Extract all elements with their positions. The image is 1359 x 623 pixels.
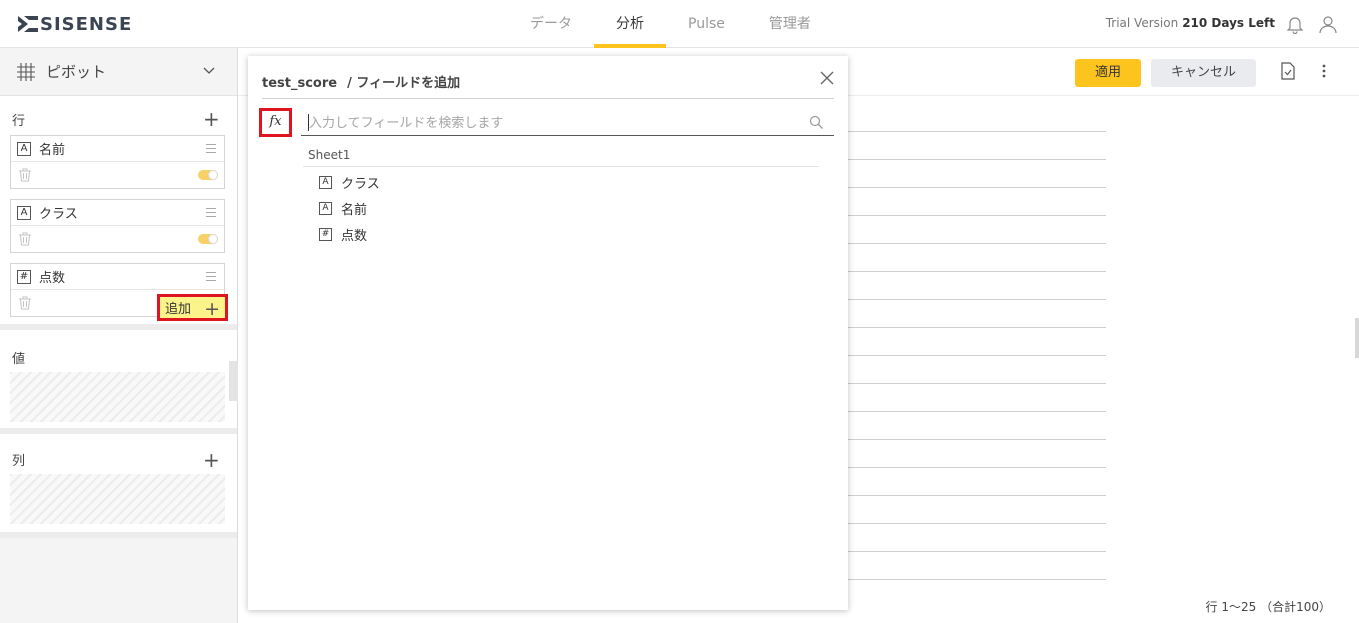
tab-pulse[interactable]: Pulse [666,0,747,48]
main-nav: データ 分析 Pulse 管理者 [508,0,833,48]
dialog-title: test_score / フィールドを追加 [262,72,460,91]
brand-name: SISENSE [40,13,133,35]
table-row-divider [848,523,1106,524]
drag-handle-icon[interactable] [206,272,216,281]
panel-collapse-handle[interactable] [229,361,238,401]
table-row-divider [848,383,1106,384]
add-field-dialog: test_score / フィールドを追加 fx Sheet1 A クラス A 名… [248,56,848,610]
trash-icon[interactable] [18,232,32,246]
row-field-name: 点数 [39,271,66,286]
row-field-toggle[interactable] [198,170,218,180]
numeric-type-icon: # [17,269,31,284]
table-row-divider [848,327,1106,328]
export-file-icon[interactable] [1280,62,1296,80]
table-row-divider [848,355,1106,356]
field-name: クラス [341,177,380,192]
tab-admin[interactable]: 管理者 [747,0,833,48]
row-field-card[interactable]: A クラス [10,199,225,253]
search-icon[interactable] [809,115,824,130]
cancel-button[interactable]: キャンセル [1151,59,1256,87]
formula-editor-button[interactable]: fx [259,108,292,137]
more-options-icon[interactable] [1321,62,1327,80]
drag-handle-icon[interactable] [206,208,216,217]
table-row-divider [848,215,1106,216]
table-row-divider [848,579,1106,580]
row-field-card[interactable]: A 名前 [10,135,225,189]
tab-analytics[interactable]: 分析 [594,0,666,48]
add-row-plus-icon[interactable]: + [203,109,220,129]
field-name: 名前 [341,203,368,218]
datasource-name: test_score [262,76,338,91]
widget-data-panel: ピボット 行 + A 名前 A クラス # 点数 値 列 + [0,48,238,623]
chevron-down-icon[interactable] [203,67,215,75]
table-row-divider [848,243,1106,244]
widget-type-selector[interactable]: ピボット [0,48,237,96]
values-section: 値 [0,330,237,434]
trial-status: Trial Version 210 Days Left [1106,16,1275,30]
row-field-name: クラス [39,207,78,222]
trash-icon[interactable] [18,168,32,182]
table-divider [303,166,819,167]
columns-title: 列 [12,454,26,469]
row-field-name: 名前 [39,143,66,158]
table-row-divider [848,187,1106,188]
dialog-title-suffix: / フィールドを追加 [347,76,461,91]
field-list-item[interactable]: A クラス [319,173,380,192]
table-row-divider [848,411,1106,412]
user-icon[interactable] [1318,14,1338,34]
tab-data[interactable]: データ [508,0,594,48]
bell-icon[interactable] [1285,14,1305,34]
trial-label: Trial Version [1105,16,1179,30]
table-row-divider [848,439,1106,440]
field-search-input[interactable] [301,112,801,134]
table-row-divider [848,467,1106,468]
pagination-info: 行 1〜25 （合計100） [1205,600,1331,614]
pivot-grid-icon [17,62,35,81]
table-row-divider [848,131,1106,132]
rows-title: 行 [12,114,26,129]
row-field-toggle[interactable] [198,234,218,244]
values-add-label: 追加 [165,302,192,317]
text-type-icon: A [17,141,31,156]
table-name: Sheet1 [308,148,351,162]
sisense-logo[interactable]: SISENSE [18,13,133,35]
text-caret [308,114,309,131]
table-row-divider [848,495,1106,496]
widget-type-label: ピボット [46,63,107,81]
field-list-item[interactable]: # 点数 [319,225,367,244]
text-type-icon: A [17,205,31,220]
field-search [301,112,834,136]
columns-drop-zone[interactable] [10,474,225,524]
top-header: SISENSE データ 分析 Pulse 管理者 Trial Version 21… [0,0,1359,48]
apply-button[interactable]: 適用 [1075,59,1141,87]
text-type-icon: A [319,202,332,215]
table-row-divider [848,159,1106,160]
dialog-divider [262,98,834,99]
scrollbar[interactable] [1355,318,1359,358]
trial-days-left: 210 Days Left [1182,16,1275,30]
add-column-plus-icon[interactable]: + [203,450,220,470]
columns-section: 列 + [0,434,237,538]
field-name: 点数 [341,229,368,244]
values-add-button[interactable]: 追加 + [157,294,228,321]
plus-icon: + [204,298,220,320]
values-drop-zone[interactable] [10,372,225,422]
values-title: 値 [12,352,26,367]
sisense-logo-mark-icon [18,16,38,32]
close-icon[interactable] [820,71,834,85]
trash-icon[interactable] [18,296,32,310]
numeric-type-icon: # [319,228,332,241]
table-row-divider [848,551,1106,552]
table-row-divider [848,271,1106,272]
table-row-divider [848,299,1106,300]
drag-handle-icon[interactable] [206,144,216,153]
field-list-item[interactable]: A 名前 [319,199,367,218]
text-type-icon: A [319,176,332,189]
